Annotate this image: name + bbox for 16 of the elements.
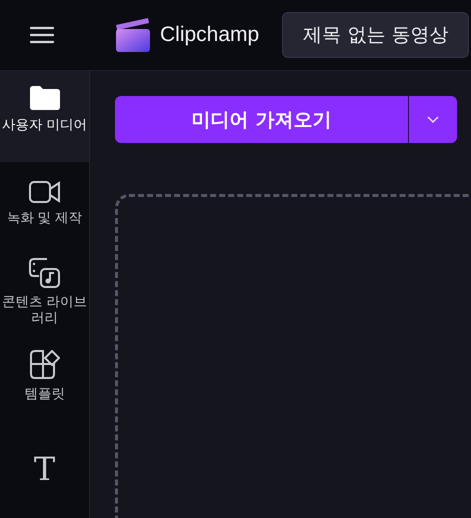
- import-media-button[interactable]: 미디어 가져오기: [115, 96, 457, 143]
- clapperboard-logo-icon: [114, 17, 152, 53]
- text-icon: T: [34, 453, 56, 486]
- sidebar-item[interactable]: 녹화 및 제작: [0, 162, 89, 236]
- video-camera-icon: [28, 180, 60, 204]
- sidebar-item[interactable]: 사용자 미디어: [0, 71, 89, 162]
- chevron-down-icon: [427, 116, 439, 124]
- project-title-field[interactable]: 제목 없는 동영상: [282, 12, 470, 58]
- templates-icon: [30, 350, 60, 380]
- app-name: Clipchamp: [160, 23, 260, 47]
- menu-icon[interactable]: [29, 25, 55, 45]
- folder-icon: [28, 85, 60, 111]
- sidebar-item[interactable]: T: [0, 427, 89, 518]
- sidebar-item[interactable]: 템플릿: [0, 336, 89, 428]
- sidebar-item[interactable]: 콘텐츠 라이브러리: [0, 236, 89, 336]
- music-library-icon: [28, 258, 60, 288]
